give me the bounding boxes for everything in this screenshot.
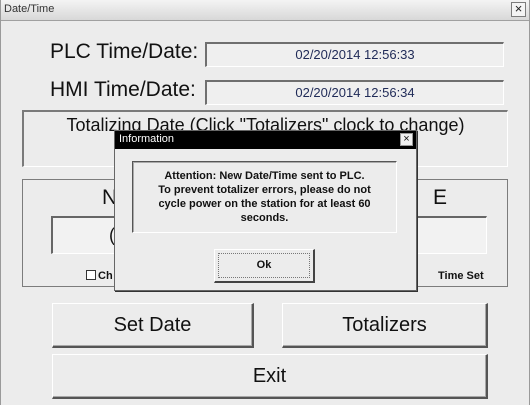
dialog-message: Attention: New Date/Time sent to PLC. To… — [132, 161, 397, 233]
set-option-label: Ch — [98, 270, 113, 282]
window-title: Date/Time — [4, 3, 55, 15]
close-icon: × — [403, 133, 410, 145]
dialog-message-line: Attention: New Date/Time sent to PLC. — [164, 170, 365, 182]
hmi-time-field: 02/20/2014 12:56:34 — [205, 80, 504, 105]
close-icon: × — [514, 1, 523, 16]
plc-time-label: PLC Time/Date: — [50, 40, 199, 63]
ok-button[interactable]: Ok — [214, 249, 315, 283]
time-set-status: Time Set — [438, 270, 484, 282]
focus-rectangle — [218, 253, 310, 278]
set-date-button[interactable]: Set Date — [52, 303, 254, 348]
dialog-close-button[interactable]: × — [400, 133, 413, 146]
window-close-button[interactable]: × — [511, 2, 526, 17]
information-dialog: Information × Attention: New Date/Time s… — [114, 130, 417, 291]
group-right-text: E — [433, 186, 448, 209]
set-option-checkbox[interactable] — [86, 270, 96, 280]
dialog-titlebar[interactable]: Information × — [115, 131, 416, 149]
dialog-title: Information — [119, 133, 175, 145]
date-time-window: Date/Time × PLC Time/Date: 02/20/2014 12… — [0, 0, 530, 405]
hmi-time-label: HMI Time/Date: — [50, 78, 196, 101]
plc-time-field: 02/20/2014 12:56:33 — [205, 42, 504, 67]
exit-button[interactable]: Exit — [52, 354, 488, 399]
dialog-message-line: To prevent totalizer errors, please do n… — [158, 184, 371, 196]
totalizers-button[interactable]: Totalizers — [282, 303, 488, 348]
window-titlebar[interactable]: Date/Time × — [1, 0, 529, 21]
set-option-checkbox-row[interactable]: Ch — [86, 270, 113, 282]
dialog-message-line: seconds. — [240, 212, 289, 224]
dialog-message-line: cycle power on the station for at least … — [158, 198, 371, 210]
